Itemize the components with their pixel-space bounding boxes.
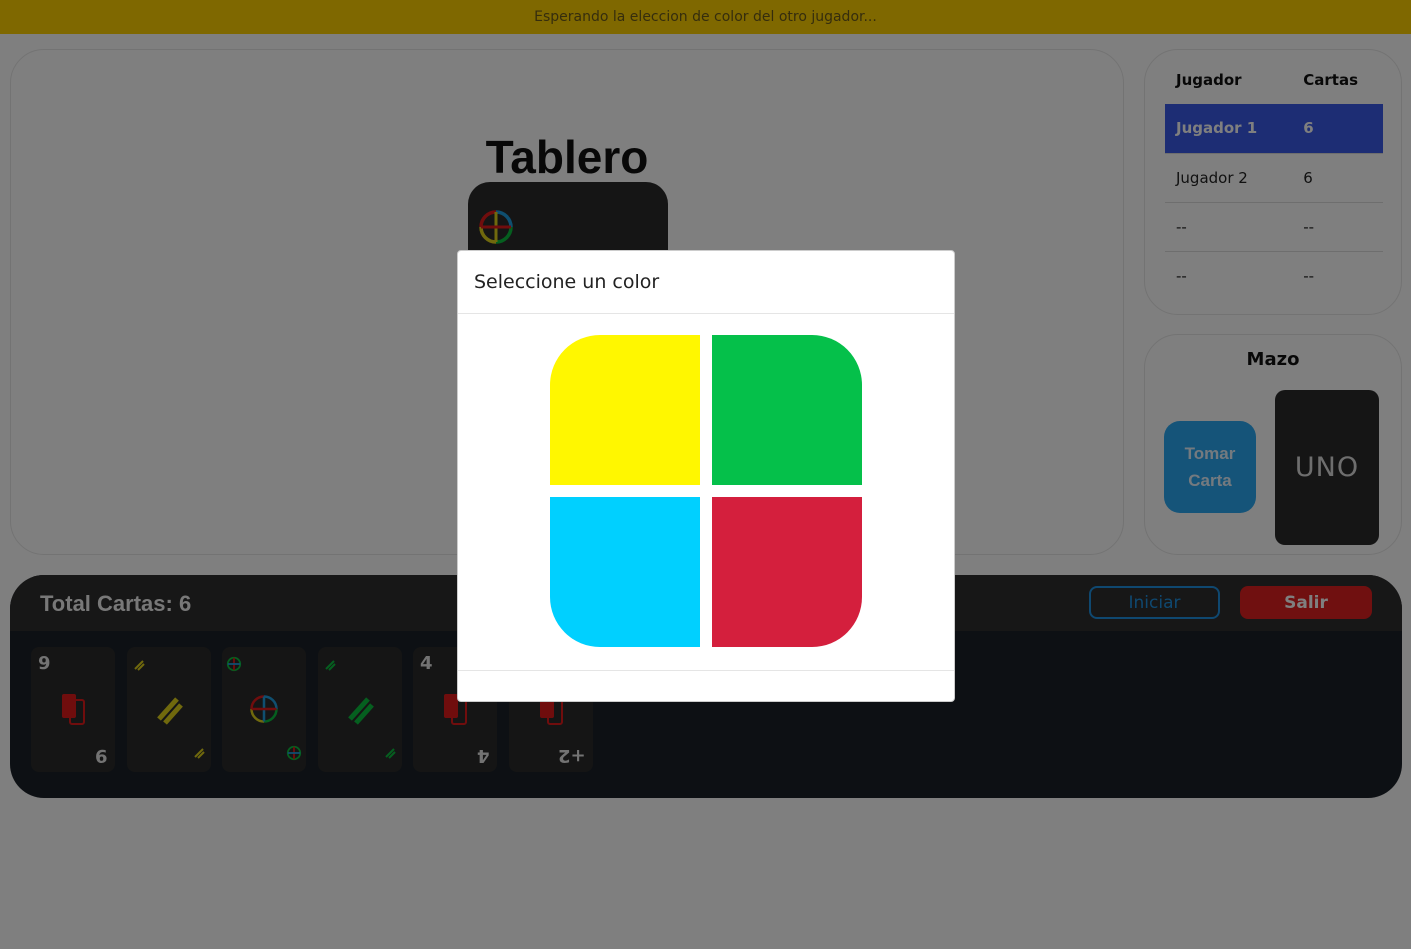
modal-header: Seleccione un color xyxy=(458,251,954,314)
color-red-button[interactable] xyxy=(712,497,862,647)
color-picker-modal: Seleccione un color xyxy=(457,250,955,702)
modal-footer-divider xyxy=(458,670,954,671)
color-yellow-button[interactable] xyxy=(550,335,700,485)
color-blue-button[interactable] xyxy=(550,497,700,647)
color-green-button[interactable] xyxy=(712,335,862,485)
modal-title: Seleccione un color xyxy=(474,271,660,293)
